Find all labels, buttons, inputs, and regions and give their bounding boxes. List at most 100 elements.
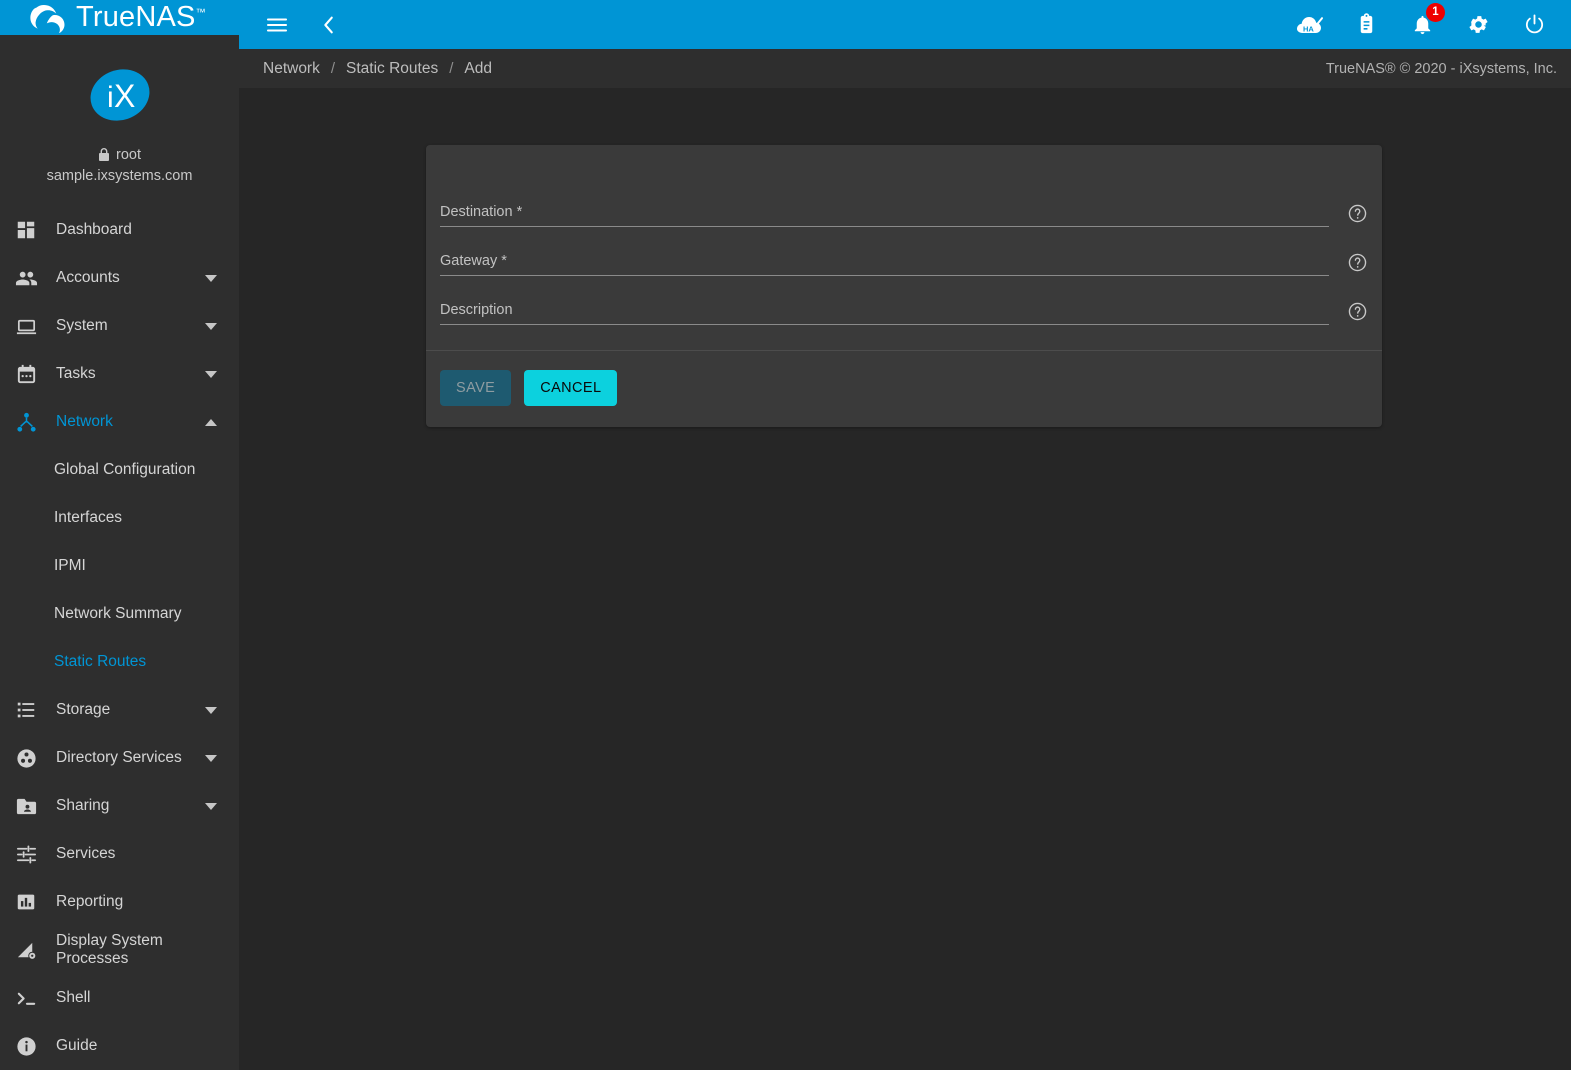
description-field-wrapper: Description <box>440 295 1329 325</box>
brand-header: TrueNAS™ <box>0 0 239 35</box>
static-route-form-card: Destination * Gateway * Description SAVE… <box>426 145 1382 427</box>
subnav-label: Global Configuration <box>54 461 196 478</box>
gateway-field-wrapper: Gateway * <box>440 246 1329 276</box>
form-fields: Destination * Gateway * Description <box>426 145 1382 337</box>
sidebar-item-storage[interactable]: Storage <box>0 686 239 734</box>
sidebar-item-network[interactable]: Network <box>0 398 239 446</box>
sidebar-item-label: Tasks <box>56 365 96 382</box>
people-icon <box>12 264 40 292</box>
dashboard-grid-icon <box>12 216 40 244</box>
sidebar-item-accounts[interactable]: Accounts <box>0 254 239 302</box>
chevron-down-icon[interactable] <box>205 802 217 810</box>
ha-status-icon[interactable]: HA <box>1295 10 1325 40</box>
notification-badge: 1 <box>1426 2 1445 22</box>
sidebar-item-label: Dashboard <box>56 221 132 238</box>
svg-text:i: i <box>107 81 114 114</box>
destination-input[interactable] <box>440 197 1329 225</box>
storage-list-icon <box>12 696 40 724</box>
destination-field-row: Destination * <box>440 178 1368 227</box>
content-area: Destination * Gateway * Description SAVE… <box>239 89 1571 1070</box>
folder-shared-icon <box>12 792 40 820</box>
chevron-down-icon[interactable] <box>205 706 217 714</box>
breadcrumb: Network / Static Routes / Add <box>263 60 492 78</box>
sidebar-item-label: Display System Processes <box>56 932 163 967</box>
toolbar-right-group: HA 1 <box>1295 2 1549 40</box>
breadcrumb-item-add: Add <box>464 59 492 77</box>
sidebar-item-system[interactable]: System <box>0 302 239 350</box>
sidebar-item-static-routes[interactable]: Static Routes <box>0 638 239 686</box>
lock-icon <box>98 148 110 162</box>
gateway-input[interactable] <box>440 246 1329 274</box>
subnav-label: Interfaces <box>54 509 123 526</box>
chevron-down-icon[interactable] <box>205 754 217 762</box>
sliders-tune-icon <box>12 840 40 868</box>
copyright-label: TrueNAS® © 2020 - iXsystems, Inc. <box>1325 60 1557 77</box>
sidebar-item-label: Network <box>56 413 113 430</box>
sidebar-item-global-configuration[interactable]: Global Configuration <box>0 446 239 494</box>
cancel-button[interactable]: CANCEL <box>524 370 618 406</box>
description-field-row: Description <box>440 276 1368 325</box>
sidebar-item-tasks[interactable]: Tasks <box>0 350 239 398</box>
chevron-down-icon[interactable] <box>205 322 217 330</box>
top-toolbar: HA 1 <box>239 0 1571 49</box>
username-label: root <box>116 147 141 163</box>
chevron-down-icon[interactable] <box>205 274 217 282</box>
directory-services-icon <box>12 744 40 772</box>
sidebar-item-label: Accounts <box>56 269 120 286</box>
notifications-bell-icon[interactable]: 1 <box>1407 2 1445 40</box>
sidebar-item-directory-services[interactable]: Directory Services <box>0 734 239 782</box>
subnav-label: Static Routes <box>54 653 147 670</box>
system-processes-icon <box>12 936 40 964</box>
sidebar-item-label: Guide <box>56 1037 98 1054</box>
breadcrumb-bar: Network / Static Routes / Add TrueNAS® ©… <box>239 49 1571 89</box>
sidebar-item-label: Storage <box>56 701 111 718</box>
calendar-icon <box>12 360 40 388</box>
sidebar-item-network-summary[interactable]: Network Summary <box>0 590 239 638</box>
bar-chart-icon <box>12 888 40 916</box>
breadcrumb-item-static-routes[interactable]: Static Routes <box>346 60 438 78</box>
form-actions: SAVE CANCEL <box>426 351 1382 427</box>
chevron-down-icon[interactable] <box>205 370 217 378</box>
sidebar-item-display-system-processes[interactable]: Display System Processes <box>0 926 239 974</box>
help-circle-icon[interactable] <box>1347 203 1368 224</box>
current-user: root <box>0 147 239 163</box>
hostname-label: sample.ixsystems.com <box>46 168 193 184</box>
sidebar-item-label: System <box>56 317 108 334</box>
power-icon[interactable] <box>1519 10 1549 40</box>
description-input[interactable] <box>440 295 1329 323</box>
chevron-left-icon[interactable] <box>315 11 343 39</box>
toolbar-left-group <box>263 11 343 39</box>
sidebar-item-ipmi[interactable]: IPMI <box>0 542 239 590</box>
sidebar-item-services[interactable]: Services <box>0 830 239 878</box>
breadcrumb-separator: / <box>449 60 454 77</box>
sidebar-item-label: Sharing <box>56 797 110 814</box>
user-block: i X root sample.ixsystems.com <box>0 35 239 184</box>
sidebar-item-shell[interactable]: Shell <box>0 974 239 1022</box>
gateway-field-row: Gateway * <box>440 227 1368 276</box>
settings-gear-icon[interactable] <box>1463 10 1493 40</box>
help-circle-icon[interactable] <box>1347 252 1368 273</box>
sidebar-item-dashboard[interactable]: Dashboard <box>0 206 239 254</box>
sidebar-item-label: Directory Services <box>56 749 182 766</box>
save-button[interactable]: SAVE <box>440 370 512 406</box>
sidebar: TrueNAS™ i X root sample.ixsystems.com D… <box>0 0 239 1070</box>
subnav-label: IPMI <box>54 557 86 574</box>
help-circle-icon[interactable] <box>1347 301 1368 322</box>
breadcrumb-item-network[interactable]: Network <box>263 60 320 78</box>
destination-field-wrapper: Destination * <box>440 197 1329 227</box>
jobs-clipboard-icon[interactable] <box>1351 10 1381 40</box>
sidebar-item-sharing[interactable]: Sharing <box>0 782 239 830</box>
network-submenu: Global Configuration Interfaces IPMI Net… <box>0 446 239 686</box>
main-area: HA 1 Network / Static Routes / Add TrueN… <box>239 0 1571 1070</box>
subnav-label: Network Summary <box>54 605 182 622</box>
breadcrumb-separator: / <box>330 60 336 77</box>
sidebar-item-guide[interactable]: Guide <box>0 1022 239 1070</box>
brand-trademark: ™ <box>195 7 206 19</box>
ix-systems-logo-icon: i X <box>87 65 153 125</box>
chevron-up-icon[interactable] <box>205 418 217 426</box>
hamburger-menu-icon[interactable] <box>263 11 291 39</box>
sidebar-item-interfaces[interactable]: Interfaces <box>0 494 239 542</box>
sidebar-item-reporting[interactable]: Reporting <box>0 878 239 926</box>
truenas-app: TrueNAS™ i X root sample.ixsystems.com D… <box>0 0 1571 1070</box>
svg-text:X: X <box>114 78 135 114</box>
